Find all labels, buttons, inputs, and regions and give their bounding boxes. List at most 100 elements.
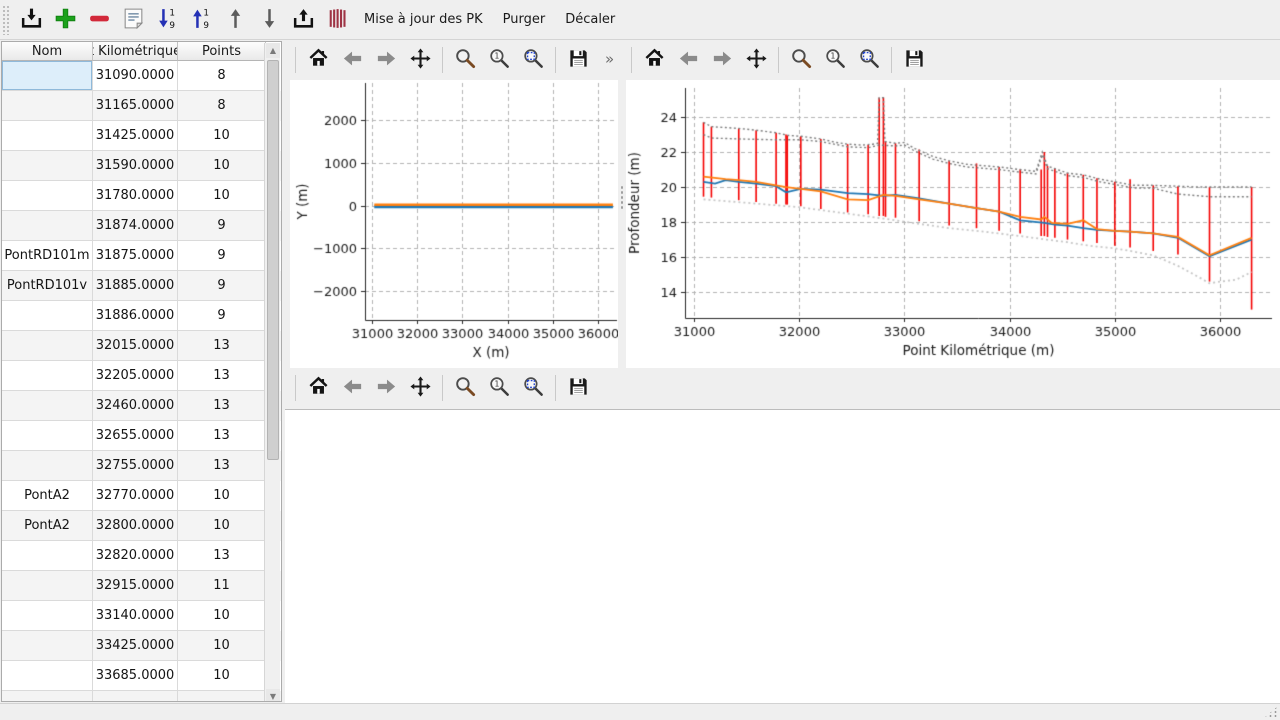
cell-pk[interactable]: 32755.0000 xyxy=(93,451,178,481)
back-button[interactable] xyxy=(336,372,368,404)
cell-points[interactable]: 13 xyxy=(178,541,266,571)
home-button[interactable] xyxy=(302,44,334,76)
cell-nom[interactable] xyxy=(2,451,93,481)
cell-points[interactable]: 9 xyxy=(178,211,266,241)
cell-points[interactable]: 10 xyxy=(178,601,266,631)
move-up-button[interactable] xyxy=(219,4,251,36)
cell-pk[interactable]: 33425.0000 xyxy=(93,631,178,661)
save-button[interactable] xyxy=(898,44,930,76)
cell-points[interactable]: 10 xyxy=(178,661,266,691)
cell-points[interactable]: 13 xyxy=(178,421,266,451)
cell-nom[interactable] xyxy=(2,301,93,331)
cell-pk[interactable]: 31090.0000 xyxy=(93,61,178,91)
cell-nom[interactable] xyxy=(2,691,93,702)
cell-nom[interactable] xyxy=(2,541,93,571)
cell-nom[interactable] xyxy=(2,361,93,391)
xy-plot-canvas[interactable] xyxy=(290,80,618,368)
zoom-one-button[interactable]: 1 xyxy=(483,44,515,76)
cell-pk[interactable]: 31590.0000 xyxy=(93,151,178,181)
cell-nom[interactable] xyxy=(2,661,93,691)
add-button[interactable] xyxy=(49,4,81,36)
cell-nom[interactable]: PontRD101v xyxy=(2,271,93,301)
save-button[interactable] xyxy=(562,44,594,76)
shift-button[interactable]: Décaler xyxy=(555,6,625,33)
cell-nom[interactable] xyxy=(2,331,93,361)
window-resize-grip[interactable] xyxy=(1264,706,1278,718)
export-button[interactable] xyxy=(287,4,319,36)
cell-pk[interactable]: 31874.0000 xyxy=(93,211,178,241)
cell-points[interactable]: 8 xyxy=(178,91,266,121)
zoom-button[interactable] xyxy=(785,44,817,76)
import-button[interactable] xyxy=(15,4,47,36)
cell-nom[interactable]: PontRD101m xyxy=(2,241,93,271)
cell-points[interactable]: 10 xyxy=(178,631,266,661)
cell-nom[interactable] xyxy=(2,91,93,121)
zoom-button[interactable] xyxy=(449,44,481,76)
cell-pk[interactable]: 31425.0000 xyxy=(93,121,178,151)
cell-nom[interactable] xyxy=(2,421,93,451)
back-button[interactable] xyxy=(336,44,368,76)
cell-points[interactable] xyxy=(178,691,266,702)
zoom-one-button[interactable]: 1 xyxy=(819,44,851,76)
pan-button[interactable] xyxy=(404,44,436,76)
cell-pk[interactable]: 32655.0000 xyxy=(93,421,178,451)
zoom-rect-button[interactable] xyxy=(517,372,549,404)
pan-button[interactable] xyxy=(740,44,772,76)
save-button[interactable] xyxy=(562,372,594,404)
cell-nom[interactable] xyxy=(2,571,93,601)
column-header-nom[interactable]: Nom xyxy=(2,42,93,61)
cell-nom[interactable] xyxy=(2,631,93,661)
cell-pk[interactable]: 32820.0000 xyxy=(93,541,178,571)
cell-points[interactable]: 10 xyxy=(178,121,266,151)
toolbar-overflow-chevron[interactable]: » xyxy=(605,50,614,68)
cell-nom[interactable]: PontA2 xyxy=(2,511,93,541)
cell-pk[interactable]: 31885.0000 xyxy=(93,271,178,301)
scrollbar-thumb[interactable] xyxy=(267,60,279,460)
cell-points[interactable]: 9 xyxy=(178,241,266,271)
update-pk-button[interactable]: Mise à jour des PK xyxy=(354,6,493,33)
forward-button[interactable] xyxy=(370,372,402,404)
profile-plot-canvas[interactable] xyxy=(626,80,1280,368)
cell-points[interactable]: 11 xyxy=(178,571,266,601)
zoom-one-button[interactable]: 1 xyxy=(483,372,515,404)
move-down-button[interactable] xyxy=(253,4,285,36)
home-button[interactable] xyxy=(302,372,334,404)
cell-points[interactable]: 13 xyxy=(178,331,266,361)
cell-pk[interactable] xyxy=(93,691,178,702)
scroll-up-button[interactable]: ▲ xyxy=(266,43,280,58)
cell-pk[interactable]: 31875.0000 xyxy=(93,241,178,271)
zoom-rect-button[interactable] xyxy=(853,44,885,76)
home-button[interactable] xyxy=(638,44,670,76)
cell-points[interactable]: 13 xyxy=(178,451,266,481)
cell-pk[interactable]: 31165.0000 xyxy=(93,91,178,121)
pan-button[interactable] xyxy=(404,372,436,404)
plots-splitter[interactable] xyxy=(618,80,626,368)
cell-pk[interactable]: 32770.0000 xyxy=(93,481,178,511)
cell-nom[interactable] xyxy=(2,151,93,181)
cell-pk[interactable]: 33685.0000 xyxy=(93,661,178,691)
cell-pk[interactable]: 32015.0000 xyxy=(93,331,178,361)
table-vertical-scrollbar[interactable]: ▲ ▼ xyxy=(264,43,280,702)
cell-pk[interactable]: 32460.0000 xyxy=(93,391,178,421)
cell-nom[interactable] xyxy=(2,121,93,151)
cell-nom[interactable] xyxy=(2,61,93,91)
stripes-button[interactable] xyxy=(321,4,353,36)
toolbar-drag-handle[interactable] xyxy=(2,5,10,35)
column-header-pk[interactable]: t Kilométrique xyxy=(93,42,178,61)
cell-points[interactable]: 13 xyxy=(178,391,266,421)
zoom-button[interactable] xyxy=(449,372,481,404)
column-header-points[interactable]: Points xyxy=(178,42,266,61)
cell-nom[interactable]: PontA2 xyxy=(2,481,93,511)
purge-button[interactable]: Purger xyxy=(493,6,556,33)
forward-button[interactable] xyxy=(706,44,738,76)
cell-nom[interactable] xyxy=(2,211,93,241)
cell-points[interactable]: 13 xyxy=(178,361,266,391)
cell-pk[interactable]: 31780.0000 xyxy=(93,181,178,211)
cell-points[interactable]: 10 xyxy=(178,181,266,211)
cell-pk[interactable]: 33140.0000 xyxy=(93,601,178,631)
back-button[interactable] xyxy=(672,44,704,76)
notes-button[interactable] xyxy=(117,4,149,36)
cell-points[interactable]: 10 xyxy=(178,481,266,511)
cell-points[interactable]: 9 xyxy=(178,301,266,331)
cell-points[interactable]: 10 xyxy=(178,511,266,541)
